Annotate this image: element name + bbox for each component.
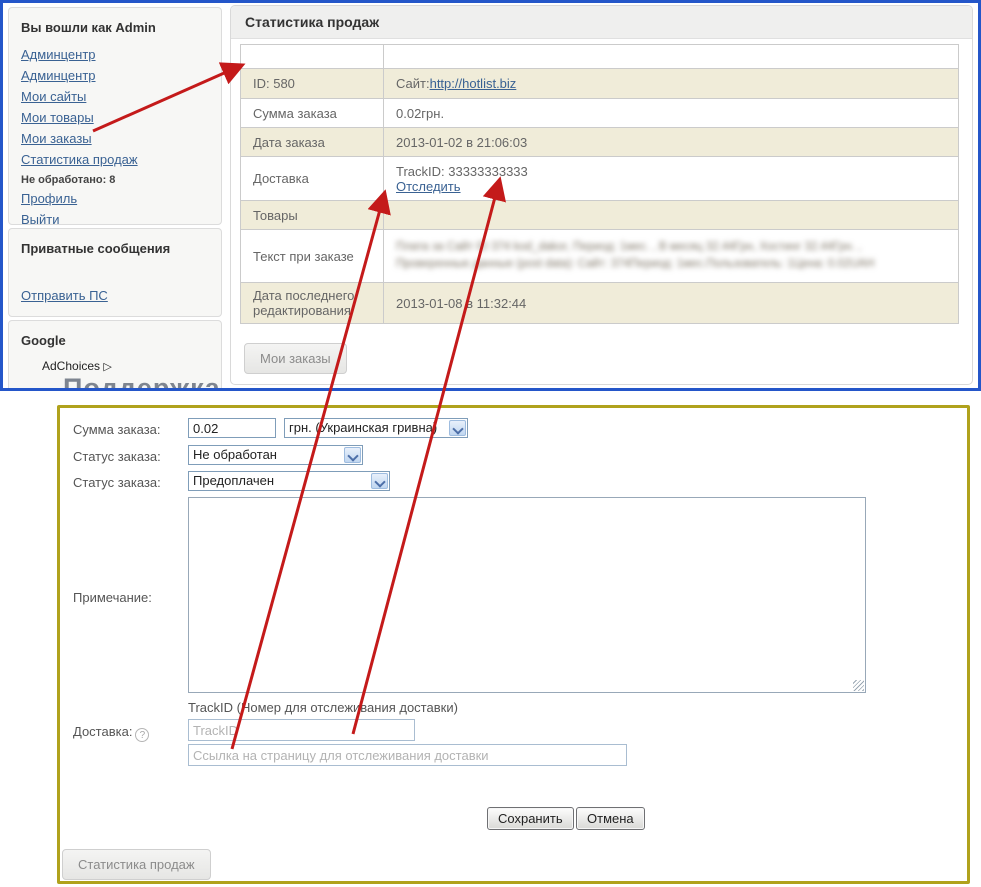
delivery-label: Доставка:? — [73, 724, 149, 742]
order-details-table: ID: 580 Сайт:http://hotlist.biz Сумма за… — [240, 44, 959, 324]
clipped-support-heading: Поддержка — [63, 373, 221, 391]
track-link[interactable]: Отследить — [396, 179, 461, 194]
adchoices-link[interactable]: AdChoices ▷ — [42, 359, 112, 373]
trackid-value: TrackID: 33333333333 — [396, 164, 950, 179]
note-label: Примечание: — [73, 590, 152, 605]
currency-select[interactable]: грн. (Украинская гривна) — [284, 418, 468, 438]
order-text-label-cell: Текст при заказе — [241, 230, 384, 283]
currency-selected-value: грн. (Украинская гривна) — [289, 420, 437, 435]
sales-stats-panel: Статистика продаж ID: 580 Сайт:http://ho… — [230, 5, 973, 385]
admin-overview-panel: Вы вошли как Admin Админцентр Админцентр… — [0, 0, 981, 391]
products-value-cell — [384, 201, 959, 230]
trackid-caption: TrackID (Номер для отслеживания доставки… — [188, 700, 458, 715]
site-link[interactable]: http://hotlist.biz — [430, 76, 517, 91]
table-row: Товары — [241, 201, 959, 230]
order-date-value-cell: 2013-01-02 в 21:06:03 — [384, 128, 959, 157]
order-edit-form: Сумма заказа: грн. (Украинская гривна) С… — [57, 405, 970, 884]
chevron-down-icon[interactable] — [344, 447, 361, 463]
edit-date-value-cell: 2013-01-08 в 11:32:44 — [384, 283, 959, 324]
account-box: Вы вошли как Admin Админцентр Админцентр… — [8, 7, 222, 225]
adchoices-label: AdChoices — [42, 359, 100, 373]
table-row: Дата последнего редактирования 2013-01-0… — [241, 283, 959, 324]
account-box-title: Вы вошли как Admin — [9, 8, 221, 35]
edit-date-label-cell: Дата последнего редактирования — [241, 283, 384, 324]
help-icon[interactable]: ? — [135, 728, 149, 742]
note-textarea[interactable] — [188, 497, 866, 693]
sidebar-item-my-products[interactable]: Мои товары — [9, 107, 221, 128]
empty-value-cell — [384, 45, 959, 69]
products-label-cell: Товары — [241, 201, 384, 230]
track-url-input[interactable] — [188, 744, 627, 766]
sidebar-item-admincenter-1[interactable]: Админцентр — [9, 44, 221, 65]
table-row: Текст при заказе Плата за Сайт ID 374 ko… — [241, 230, 959, 283]
site-cell: Сайт:http://hotlist.biz — [384, 69, 959, 99]
status2-selected-value: Предоплачен — [193, 473, 274, 488]
unprocessed-count: Не обработано: 8 — [9, 170, 221, 188]
blurred-order-text-line1: Плата за Сайт ID 374 kod_dakor, Период: … — [396, 239, 950, 256]
status1-select[interactable]: Не обработан — [188, 445, 363, 465]
empty-label-cell — [241, 45, 384, 69]
order-text-value-cell: Плата за Сайт ID 374 kod_dakor, Период: … — [384, 230, 959, 283]
sidebar-item-logout[interactable]: Выйти — [9, 209, 221, 225]
order-id-cell: ID: 580 — [241, 69, 384, 99]
ads-box-title: Google — [9, 321, 221, 348]
table-row — [241, 45, 959, 69]
blurred-order-text-line2: Проверенные данные (post data): Сайт: 37… — [396, 256, 950, 273]
status1-label: Статус заказа: — [73, 449, 161, 464]
sidebar-item-admincenter-2[interactable]: Админцентр — [9, 65, 221, 86]
private-messages-box: Приватные сообщения Отправить ПС — [8, 228, 222, 317]
panel-title: Статистика продаж — [231, 6, 972, 39]
adchoices-icon: ▷ — [103, 361, 111, 373]
table-row: Дата заказа 2013-01-02 в 21:06:03 — [241, 128, 959, 157]
sidebar-item-sales-stats[interactable]: Статистика продаж — [9, 149, 221, 170]
page: Вы вошли как Admin Админцентр Админцентр… — [0, 0, 981, 887]
delivery-value-cell: TrackID: 33333333333 Отследить — [384, 157, 959, 201]
save-button[interactable]: Сохранить — [487, 807, 574, 830]
status2-select[interactable]: Предоплачен — [188, 471, 390, 491]
delivery-label-text: Доставка: — [73, 724, 132, 739]
amount-label: Сумма заказа: — [73, 422, 161, 437]
status1-selected-value: Не обработан — [193, 447, 277, 462]
table-row: Сумма заказа 0.02грн. — [241, 99, 959, 128]
amount-input[interactable] — [188, 418, 276, 438]
order-date-label-cell: Дата заказа — [241, 128, 384, 157]
table-row: ID: 580 Сайт:http://hotlist.biz — [241, 69, 959, 99]
my-orders-button[interactable]: Мои заказы — [244, 343, 347, 374]
pm-box-title: Приватные сообщения — [9, 229, 221, 256]
amount-label-cell: Сумма заказа — [241, 99, 384, 128]
sidebar-item-my-sites[interactable]: Мои сайты — [9, 86, 221, 107]
amount-value-cell: 0.02грн. — [384, 99, 959, 128]
chevron-down-icon[interactable] — [449, 420, 466, 436]
site-label: Сайт: — [396, 76, 430, 91]
chevron-down-icon[interactable] — [371, 473, 388, 489]
cancel-button[interactable]: Отмена — [576, 807, 645, 830]
delivery-label-cell: Доставка — [241, 157, 384, 201]
sidebar-item-my-orders[interactable]: Мои заказы — [9, 128, 221, 149]
table-row: Доставка TrackID: 33333333333 Отследить — [241, 157, 959, 201]
send-pm-link[interactable]: Отправить ПС — [9, 285, 108, 306]
status2-label: Статус заказа: — [73, 475, 161, 490]
sales-stats-button[interactable]: Статистика продаж — [62, 849, 211, 880]
resize-handle[interactable] — [853, 680, 864, 691]
sidebar-item-profile[interactable]: Профиль — [9, 188, 221, 209]
trackid-input[interactable] — [188, 719, 415, 741]
